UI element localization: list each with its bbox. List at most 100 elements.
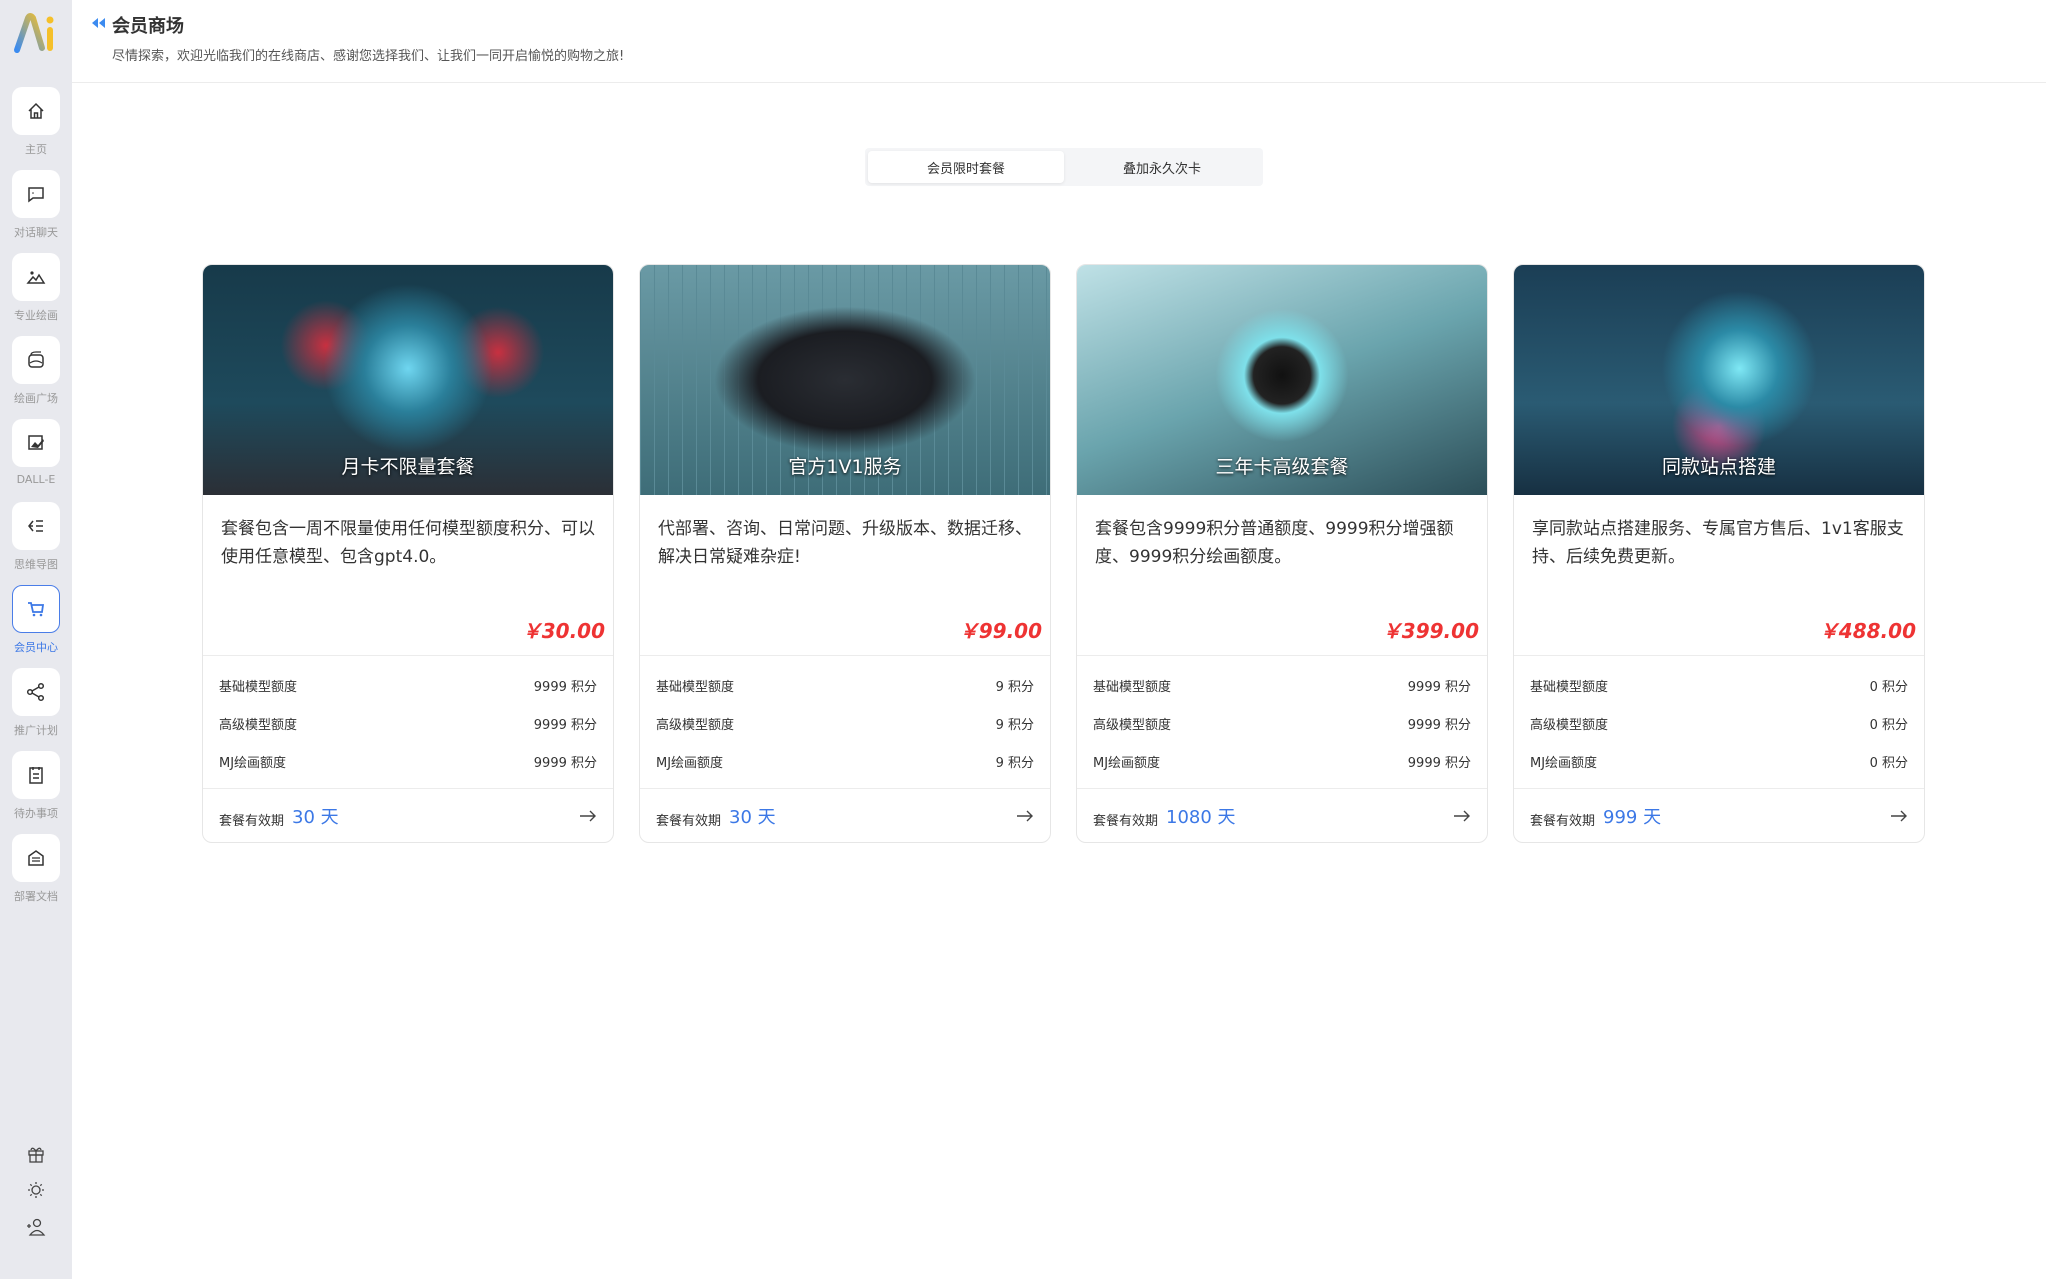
- validity-value: 30 天: [729, 807, 776, 828]
- validity-value: 999 天: [1603, 807, 1662, 828]
- quota-label: 高级模型额度: [1093, 717, 1172, 733]
- gallery-icon: [28, 351, 44, 368]
- quota-value: 9 积分: [995, 717, 1034, 733]
- quota-row: 基础模型额度 9 积分: [656, 666, 1034, 704]
- sidebar-item-label: 推广计划: [14, 724, 58, 737]
- plan-price: ￥399.00: [1381, 619, 1479, 643]
- sidebar-item-button[interactable]: [12, 585, 60, 633]
- plan-footer: 套餐有效期 999 天: [1514, 789, 1924, 842]
- quota-value: 9999 积分: [1407, 679, 1471, 695]
- gift-icon[interactable]: [27, 1145, 45, 1163]
- sidebar-item-4[interactable]: DALL-E: [0, 419, 72, 502]
- sidebar-item-label: 专业绘画: [14, 309, 58, 322]
- quota-row: 基础模型额度 0 积分: [1530, 666, 1908, 704]
- sidebar-item-label: 会员中心: [14, 641, 58, 654]
- plan-footer: 套餐有效期 1080 天: [1077, 789, 1487, 842]
- sidebar-item-button[interactable]: [12, 751, 60, 799]
- validity-label: 套餐有效期: [1093, 813, 1159, 829]
- page-subtitle: 尽情探索，欢迎光临我们的在线商店、感谢您选择我们、让我们一同开启愉悦的购物之旅!: [112, 49, 625, 64]
- quota-value: 0 积分: [1869, 717, 1908, 733]
- quota-value: 0 积分: [1869, 755, 1908, 771]
- plan-footer: 套餐有效期 30 天: [640, 789, 1050, 842]
- sidebar-item-0[interactable]: 主页: [0, 87, 72, 170]
- cart-icon: [28, 602, 45, 617]
- plan-image: 同款站点搭建: [1514, 265, 1924, 495]
- sidebar-item-9[interactable]: 部署文档: [0, 834, 72, 917]
- plan-name: 同款站点搭建: [1661, 456, 1776, 478]
- plan-description: 代部署、咨询、日常问题、升级版本、数据迁移、解决日常疑难杂症!: [658, 519, 1032, 567]
- sidebar-item-button[interactable]: [12, 834, 60, 882]
- sidebar-item-button[interactable]: [12, 502, 60, 550]
- sidebar-item-8[interactable]: 待办事项: [0, 751, 72, 834]
- sidebar-item-5[interactable]: 思维导图: [0, 502, 72, 585]
- quota-label: 基础模型额度: [1530, 679, 1609, 695]
- tab-permanent-cards[interactable]: 叠加永久次卡: [1064, 151, 1260, 183]
- plan-image: 官方1V1服务: [640, 265, 1050, 495]
- quota-row: 高级模型额度 0 积分: [1530, 704, 1908, 742]
- sidebar-item-2[interactable]: 专业绘画: [0, 253, 72, 336]
- back-icon[interactable]: [90, 16, 106, 30]
- validity-label: 套餐有效期: [656, 813, 722, 829]
- sidebar-item-button[interactable]: [12, 668, 60, 716]
- quota-value: 9999 积分: [1407, 717, 1471, 733]
- sidebar-item-1[interactable]: 对话聊天: [0, 170, 72, 253]
- plan-card[interactable]: 三年卡高级套餐 套餐包含9999积分普通额度、9999积分增强额度、9999积分…: [1076, 264, 1488, 843]
- sidebar-item-button[interactable]: [12, 170, 60, 218]
- quota-row: MJ绘画额度 9 积分: [656, 742, 1034, 780]
- quota-list: 基础模型额度 9999 积分高级模型额度 9999 积分 MJ绘画额度 9999 积分: [1077, 655, 1487, 789]
- plan-card[interactable]: 官方1V1服务 代部署、咨询、日常问题、升级版本、数据迁移、解决日常疑难杂症! …: [639, 264, 1051, 843]
- plan-description: 享同款站点搭建服务、专属官方售后、1v1客服支持、后续免费更新。: [1532, 519, 1904, 567]
- quota-label: MJ绘画额度: [219, 755, 287, 771]
- sidebar-item-3[interactable]: 绘画广场: [0, 336, 72, 419]
- sidebar-item-button[interactable]: [12, 253, 60, 301]
- sidebar-item-label: 待办事项: [14, 807, 58, 820]
- plan-description: 套餐包含一周不限量使用任何模型额度积分、可以使用任意模型、包含gpt4.0。: [221, 519, 595, 567]
- quota-row: MJ绘画额度 9999 积分: [1093, 742, 1471, 780]
- user-add-icon[interactable]: [26, 1217, 46, 1237]
- app-logo[interactable]: [12, 10, 58, 56]
- sidebar-item-label: 部署文档: [14, 890, 58, 903]
- page-title: 会员商场: [112, 16, 184, 37]
- quota-label: 高级模型额度: [219, 717, 298, 733]
- quota-label: 高级模型额度: [1530, 717, 1609, 733]
- quota-row: MJ绘画额度 9999 积分: [219, 742, 597, 780]
- plan-price: ￥488.00: [1818, 619, 1916, 643]
- image-edit-icon: [28, 435, 44, 450]
- quota-row: 高级模型额度 9999 积分: [1093, 704, 1471, 742]
- sidebar-item-6[interactable]: 会员中心: [0, 585, 72, 668]
- sidebar-item-button[interactable]: [12, 87, 60, 135]
- arrow-right-icon[interactable]: [1453, 810, 1471, 822]
- mindmap-icon: [28, 520, 43, 532]
- sidebar: 主页对话聊天专业绘画绘画广场 DALL-E 思维导图会员中心推广计划待办事项部署文档: [0, 0, 72, 1279]
- quota-row: 基础模型额度 9999 积分: [219, 666, 597, 704]
- sun-icon[interactable]: [27, 1181, 45, 1199]
- plan-card[interactable]: 月卡不限量套餐 套餐包含一周不限量使用任何模型额度积分、可以使用任意模型、包含g…: [202, 264, 614, 843]
- clipboard-icon: [29, 767, 43, 784]
- plan-footer: 套餐有效期 30 天: [203, 789, 613, 842]
- sidebar-item-label: 绘画广场: [14, 392, 58, 405]
- plan-tabs: 会员限时套餐 叠加永久次卡: [865, 148, 1263, 186]
- quota-row: 高级模型额度 9999 积分: [219, 704, 597, 742]
- sidebar-item-button[interactable]: [12, 419, 60, 467]
- quota-list: 基础模型额度 9 积分 高级模型额度 9 积分 MJ绘画额度 9 积分: [640, 655, 1050, 789]
- arrow-right-icon[interactable]: [1890, 810, 1908, 822]
- image-icon: [26, 271, 46, 284]
- quota-row: 基础模型额度 9999 积分: [1093, 666, 1471, 704]
- quota-row: 高级模型额度 9 积分: [656, 704, 1034, 742]
- quota-label: MJ绘画额度: [656, 755, 724, 771]
- share-icon: [26, 682, 45, 702]
- arrow-right-icon[interactable]: [1016, 810, 1034, 822]
- tab-limited-plans[interactable]: 会员限时套餐: [868, 151, 1064, 183]
- validity-label: 套餐有效期: [219, 813, 285, 829]
- quota-value: 9999 积分: [533, 679, 597, 695]
- arrow-right-icon[interactable]: [579, 810, 597, 822]
- plan-price: ￥30.00: [521, 619, 605, 643]
- quota-label: 基础模型额度: [656, 679, 735, 695]
- validity-label: 套餐有效期: [1530, 813, 1596, 829]
- sidebar-item-button[interactable]: [12, 336, 60, 384]
- quota-label: 高级模型额度: [656, 717, 735, 733]
- sidebar-item-label: 主页: [25, 143, 47, 156]
- sidebar-item-7[interactable]: 推广计划: [0, 668, 72, 751]
- plan-card[interactable]: 同款站点搭建 享同款站点搭建服务、专属官方售后、1v1客服支持、后续免费更新。 …: [1513, 264, 1925, 843]
- quota-list: 基础模型额度 9999 积分 高级模型额度 9999 积分 MJ绘画额度 9999 积分: [203, 655, 613, 789]
